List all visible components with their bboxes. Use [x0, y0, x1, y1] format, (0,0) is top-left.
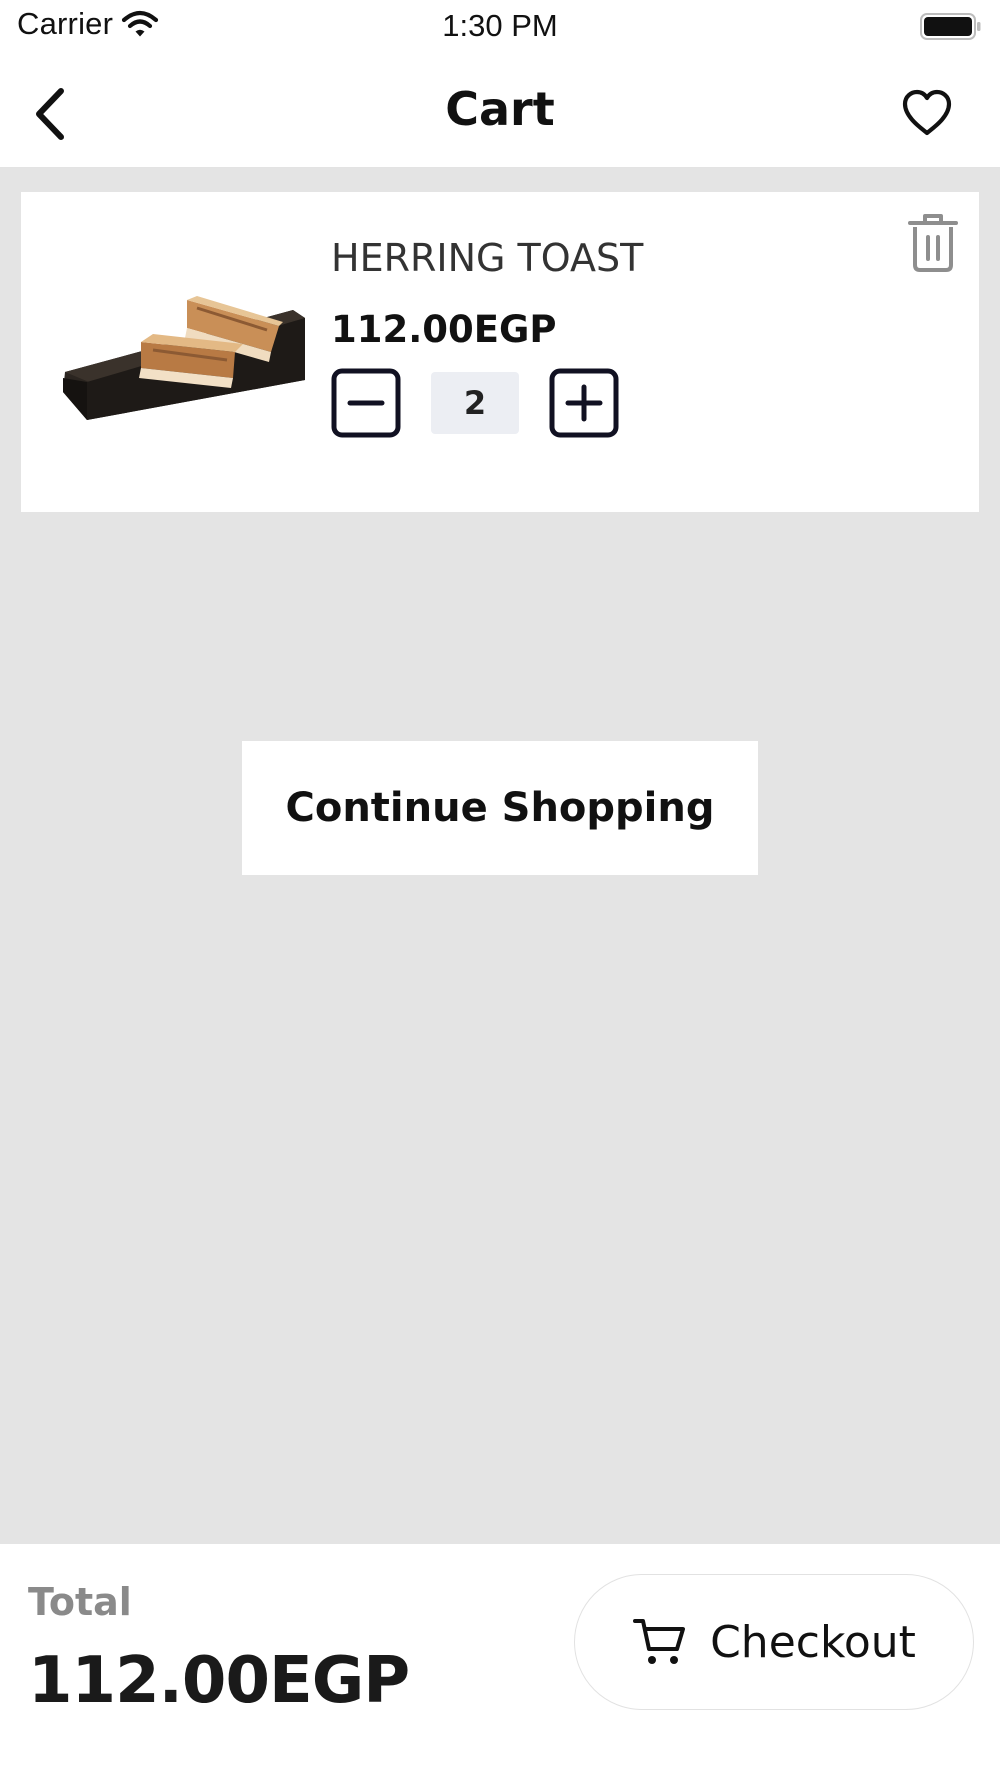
cart-icon: [633, 1619, 686, 1664]
navigation-bar: Cart: [0, 56, 1000, 168]
cart-screen: Carrier 1:30 PM Cart HERRING TOAST 112.0…: [0, 0, 1000, 1778]
decrease-quantity-button[interactable]: [331, 368, 401, 438]
checkout-label: Checkout: [710, 1616, 916, 1668]
quantity-stepper: 2: [331, 364, 631, 440]
continue-shopping-button[interactable]: Continue Shopping: [242, 741, 758, 875]
delete-item-button[interactable]: [903, 210, 963, 276]
checkout-button[interactable]: Checkout: [574, 1574, 974, 1710]
cart-content: HERRING TOAST 112.00EGP 2 Continue Shopp…: [0, 168, 1000, 1544]
quantity-value: 2: [431, 372, 519, 434]
heart-icon: [902, 89, 952, 136]
plus-icon: [549, 368, 619, 438]
checkout-footer: Total 112.00EGP Checkout: [0, 1544, 1000, 1778]
herring-toast-image: [63, 296, 305, 420]
favorites-button[interactable]: [892, 78, 962, 148]
product-image: [57, 282, 317, 432]
increase-quantity-button[interactable]: [549, 368, 619, 438]
cart-item: HERRING TOAST 112.00EGP 2: [21, 192, 979, 512]
page-title: Cart: [445, 82, 555, 136]
trash-icon: [908, 214, 958, 272]
battery-icon: [920, 13, 981, 40]
total-label: Total: [28, 1580, 132, 1624]
total-amount: 112.00EGP: [28, 1644, 410, 1718]
status-time: 1:30 PM: [442, 8, 558, 43]
product-name: HERRING TOAST: [331, 236, 644, 280]
minus-icon: [331, 368, 401, 438]
product-price: 112.00EGP: [331, 308, 557, 351]
status-bar: Carrier 1:30 PM: [0, 0, 1000, 56]
